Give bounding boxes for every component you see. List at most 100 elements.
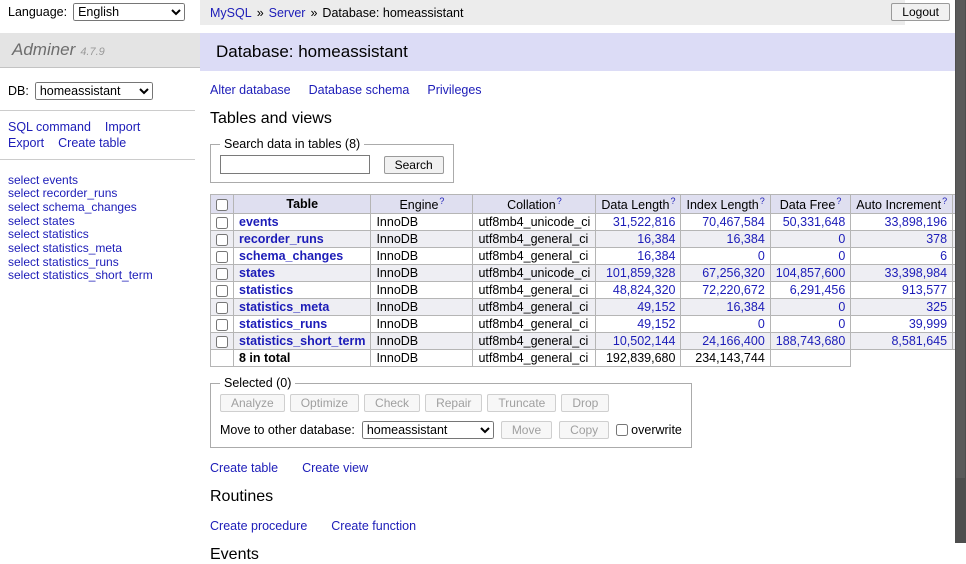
auto-increment-link[interactable]: 6: [940, 249, 947, 263]
index-length-link[interactable]: 67,256,320: [702, 266, 765, 280]
row-checkbox[interactable]: [216, 234, 228, 246]
auto-increment-link[interactable]: 33,398,984: [885, 266, 948, 280]
data-length-link[interactable]: 16,384: [637, 249, 675, 263]
data-length-link[interactable]: 101,859,328: [606, 266, 676, 280]
scrollbar[interactable]: [955, 0, 966, 543]
auto-increment-cell: 33,398,984: [851, 265, 953, 282]
sidebar-table-link[interactable]: select statistics: [8, 228, 192, 242]
search-button[interactable]: Search: [384, 156, 444, 174]
row-checkbox[interactable]: [216, 319, 228, 331]
table-name-link[interactable]: statistics: [239, 283, 293, 297]
sidebar-table-link[interactable]: select events: [8, 173, 192, 187]
row-checkbox[interactable]: [216, 251, 228, 263]
sidebar-table-list: select eventsselect recorder_runsselect …: [8, 173, 192, 282]
column-help-link[interactable]: ?: [836, 196, 841, 206]
auto-increment-link[interactable]: 913,577: [902, 283, 947, 297]
data-length-link[interactable]: 10,502,144: [613, 334, 676, 348]
index-length-link[interactable]: 70,467,584: [702, 215, 765, 229]
copy-button[interactable]: Copy: [559, 421, 609, 439]
create-link[interactable]: Create view: [302, 461, 368, 475]
table-name-link[interactable]: states: [239, 266, 275, 280]
table-name-link[interactable]: recorder_runs: [239, 232, 324, 246]
sidebar-action-link[interactable]: Import: [105, 120, 140, 134]
data-free-link[interactable]: 104,857,600: [776, 266, 846, 280]
selected-action-button[interactable]: Check: [364, 394, 420, 412]
db-action-link[interactable]: Privileges: [427, 83, 481, 97]
sidebar-table-link[interactable]: select states: [8, 214, 192, 228]
selected-action-button[interactable]: Optimize: [290, 394, 359, 412]
row-checkbox[interactable]: [216, 336, 228, 348]
table-name-link[interactable]: statistics_short_term: [239, 334, 365, 348]
table-name-link[interactable]: schema_changes: [239, 249, 343, 263]
page-layout: Adminer4.7.9 DB: homeassistant SQL comma…: [0, 26, 966, 564]
index-length-link[interactable]: 72,220,672: [702, 283, 765, 297]
auto-increment-link[interactable]: 378: [926, 232, 947, 246]
index-length-cell: 0: [681, 248, 770, 265]
data-free-link[interactable]: 0: [838, 249, 845, 263]
data-free-link[interactable]: 0: [838, 317, 845, 331]
overwrite-checkbox[interactable]: [616, 424, 628, 436]
row-checkbox[interactable]: [216, 217, 228, 229]
column-header: Engine?: [371, 195, 473, 214]
search-input[interactable]: [220, 155, 370, 174]
selected-action-button[interactable]: Repair: [425, 394, 482, 412]
data-free-link[interactable]: 0: [838, 232, 845, 246]
routine-link[interactable]: Create procedure: [210, 519, 307, 533]
row-checkbox[interactable]: [216, 268, 228, 280]
page-title: Database: homeassistant: [200, 33, 966, 71]
auto-increment-link[interactable]: 325: [926, 300, 947, 314]
language-select[interactable]: English: [73, 3, 185, 21]
data-free-link[interactable]: 0: [838, 300, 845, 314]
data-free-link[interactable]: 50,331,648: [783, 215, 846, 229]
data-length-link[interactable]: 49,152: [637, 300, 675, 314]
db-action-link[interactable]: Database schema: [309, 83, 410, 97]
selected-action-button[interactable]: Analyze: [220, 394, 285, 412]
index-length-link[interactable]: 16,384: [727, 232, 765, 246]
data-length-link[interactable]: 48,824,320: [613, 283, 676, 297]
auto-increment-link[interactable]: 39,999: [909, 317, 947, 331]
row-checkbox[interactable]: [216, 302, 228, 314]
logout-button[interactable]: Logout: [891, 3, 950, 21]
auto-increment-link[interactable]: 33,898,196: [885, 215, 948, 229]
data-free-link[interactable]: 6,291,456: [790, 283, 846, 297]
sidebar-action-link[interactable]: SQL command: [8, 120, 91, 134]
move-db-select[interactable]: homeassistant: [362, 421, 494, 439]
table-name-link[interactable]: statistics_runs: [239, 317, 327, 331]
index-length-link[interactable]: 24,166,400: [702, 334, 765, 348]
breadcrumb-link-mysql[interactable]: MySQL: [210, 6, 252, 20]
sidebar-table-link[interactable]: select statistics_short_term: [8, 269, 192, 283]
selected-action-button[interactable]: Drop: [561, 394, 609, 412]
sidebar-action-link[interactable]: Create table: [58, 136, 126, 150]
selected-action-button[interactable]: Truncate: [487, 394, 556, 412]
data-length-link[interactable]: 31,522,816: [613, 215, 676, 229]
sidebar-table-link[interactable]: select recorder_runs: [8, 187, 192, 201]
select-all-checkbox[interactable]: [216, 199, 228, 211]
table-name-link[interactable]: events: [239, 215, 279, 229]
db-select[interactable]: homeassistant: [35, 82, 153, 100]
index-length-link[interactable]: 0: [758, 317, 765, 331]
scrollbar-thumb[interactable]: [956, 0, 965, 478]
data-length-link[interactable]: 49,152: [637, 317, 675, 331]
sidebar-action-link[interactable]: Export: [8, 136, 44, 150]
column-help-link[interactable]: ?: [942, 196, 947, 206]
sidebar-table-link[interactable]: select statistics_runs: [8, 255, 192, 269]
data-length-link[interactable]: 16,384: [637, 232, 675, 246]
breadcrumb-current: Database: homeassistant: [322, 6, 463, 20]
sidebar-table-link[interactable]: select schema_changes: [8, 200, 192, 214]
data-free-link[interactable]: 188,743,680: [776, 334, 846, 348]
row-checkbox[interactable]: [216, 285, 228, 297]
create-link[interactable]: Create table: [210, 461, 278, 475]
breadcrumb-link-server[interactable]: Server: [269, 6, 306, 20]
index-length-link[interactable]: 16,384: [727, 300, 765, 314]
db-action-link[interactable]: Alter database: [210, 83, 291, 97]
routine-link[interactable]: Create function: [331, 519, 416, 533]
sidebar-table-link[interactable]: select statistics_meta: [8, 241, 192, 255]
index-length-link[interactable]: 0: [758, 249, 765, 263]
move-button[interactable]: Move: [501, 421, 552, 439]
auto-increment-link[interactable]: 8,581,645: [891, 334, 947, 348]
table-name-link[interactable]: statistics_meta: [239, 300, 329, 314]
column-help-link[interactable]: ?: [760, 196, 765, 206]
column-help-link[interactable]: ?: [670, 196, 675, 206]
column-help-link[interactable]: ?: [557, 196, 562, 206]
column-help-link[interactable]: ?: [439, 196, 444, 206]
